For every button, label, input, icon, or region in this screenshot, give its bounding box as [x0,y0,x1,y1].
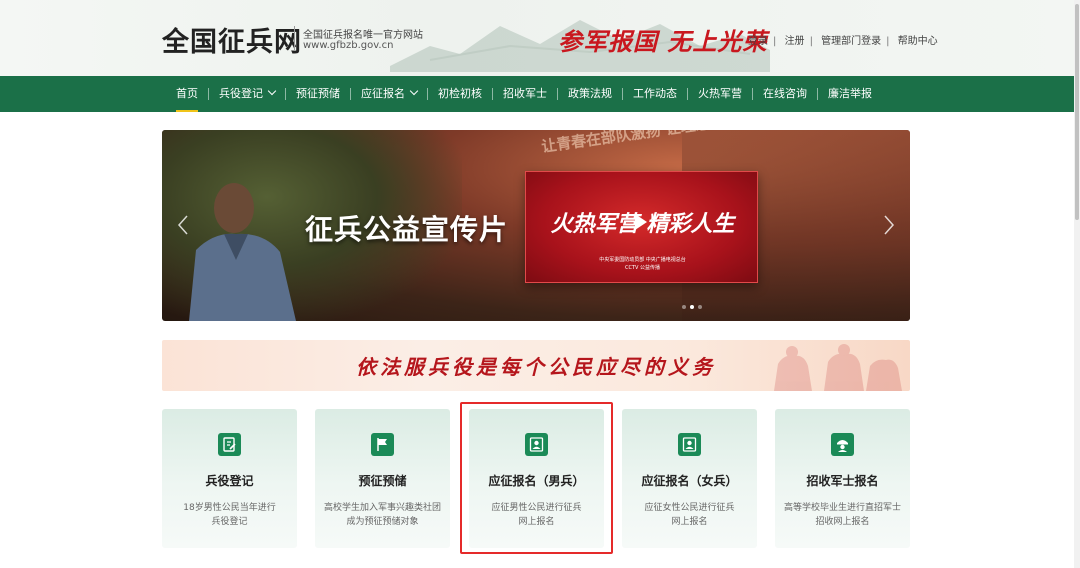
nav-online-consult[interactable]: 在线咨询 [753,76,817,112]
nav-nco-recruitment[interactable]: 招收军士 [493,76,557,112]
soldier-icon [831,433,854,456]
carousel-dot[interactable] [698,305,702,309]
nav-integrity-report[interactable]: 廉洁举报 [818,76,882,112]
banner-card-sponsor: 中央军委国防动员部 中央广播电视总台 [599,257,686,263]
nav-item-label: 工作动态 [633,87,677,100]
nav-work-news[interactable]: 工作动态 [623,76,687,112]
card-description: 兵役登记 [211,517,248,527]
main-nav: 首页 兵役登记 预征预储 应征报名 初检初核 招收军士 政策法规 工作动态 火热军营 在线咨询 廉洁… [0,76,1080,112]
motto-text: 依法服兵役是每个公民应尽的义务 [356,355,716,379]
nav-item-label: 在线咨询 [763,87,807,100]
link-separator: | [773,36,777,47]
logo-divider [294,26,295,50]
nav-policies[interactable]: 政策法规 [558,76,622,112]
link-separator: | [886,36,890,47]
card-title: 招收军士报名 [806,474,879,488]
login-link[interactable]: 登录 [748,36,768,47]
card-description: 高校学生加入军事兴趣类社团 [323,503,441,513]
card-enlist-female[interactable]: 应征报名（女兵） 应征女性公民进行征兵 网上报名 [622,409,757,548]
scrollbar-thumb[interactable] [1075,4,1079,220]
card-description: 18岁男性公民当年进行 [183,503,276,513]
highlight-box [460,402,613,554]
carousel-dot[interactable] [690,305,694,309]
page-scrollbar[interactable] [1074,0,1080,568]
site-domain: www.gfbzb.gov.cn [303,40,394,51]
chevron-down-icon [409,86,419,96]
carousel-dots [682,305,702,309]
nav-item-label: 政策法规 [568,87,612,100]
nav-pre-enlistment[interactable]: 预征预储 [286,76,350,112]
card-description: 网上报名 [671,517,708,527]
banner-person-figure [189,183,296,321]
nav-item-label: 应征报名 [361,87,405,100]
card-military-registration[interactable]: 兵役登记 18岁男性公民当年进行 兵役登记 [162,409,297,548]
next-slide-arrow-icon[interactable] [882,214,896,236]
banner-carousel[interactable]: 让青春在部队激扬 让理想在军营放飞 征兵公益宣传片 火热军营 精彩人生 中央军委… [162,130,910,321]
prev-slide-arrow-icon[interactable] [176,214,190,236]
banner-title: 征兵公益宣传片 [305,213,509,246]
card-pre-enlistment[interactable]: 预征预储高校学生加入军事兴趣类社团 成为预征预储对象 [315,409,450,548]
help-center-link[interactable]: 帮助中心 [898,36,938,47]
card-title: 兵役登记 [205,474,254,488]
admin-login-link[interactable]: 管理部门登录 [821,36,881,47]
nav-item-label: 廉洁举报 [828,87,872,100]
edit-document-icon [218,433,241,456]
nav-barracks-life[interactable]: 火热军营 [688,76,752,112]
header-slogan: 参军报国 无上光荣 [558,27,768,56]
nav-item-label: 兵役登记 [219,87,263,100]
site-header: 全国征兵网 全国征兵报名唯一官方网站 www.gfbzb.gov.cn 参军报国… [0,0,1080,76]
card-description: 招收网上报名 [815,517,870,527]
link-separator: | [809,36,813,47]
card-nco-recruitment[interactable]: 招收军士报名高等学校毕业生进行直招军士 招收网上报名 [775,409,910,548]
nav-items: 首页 兵役登记 预征预储 应征报名 初检初核 招收军士 政策法规 工作动态 火热军营 在线咨询 廉洁… [166,76,882,112]
nav-item-label: 招收军士 [503,87,547,100]
nav-item-label: 预征预储 [296,87,340,100]
nav-home[interactable]: 首页 [166,76,208,112]
carousel-dot[interactable] [682,305,686,309]
nav-item-label: 火热军营 [698,87,742,100]
nav-enlistment-signup[interactable]: 应征报名 [351,76,427,112]
banner-video-card[interactable]: 火热军营 精彩人生 中央军委国防动员部 中央广播电视总台 CCTV 公益传播 [525,171,758,283]
page: 全国征兵网 全国征兵报名唯一官方网站 www.gfbzb.gov.cn 参军报国… [0,0,1080,568]
register-link[interactable]: 注册 [785,36,805,47]
card-description: 成为预征预储对象 [346,517,419,527]
card-title: 预征预储 [358,474,407,488]
play-icon[interactable] [635,214,647,230]
card-title: 应征报名（女兵） [641,474,738,488]
nav-military-registration[interactable]: 兵役登记 [209,76,285,112]
chevron-down-icon [267,86,277,96]
nav-item-label: 首页 [176,87,198,100]
site-logo-title[interactable]: 全国征兵网 [162,20,302,59]
card-description: 高等学校毕业生进行直招军士 [783,503,901,513]
site-subtitle: 全国征兵报名唯一官方网站 [303,30,423,41]
banner-card-channel: CCTV 公益传播 [624,265,661,271]
top-links: 登录 | 注册 | 管理部门登录 | 帮助中心 [748,32,938,47]
person-badge-icon [678,433,701,456]
nav-item-label: 初检初核 [438,87,482,100]
flag-icon [371,433,394,456]
card-description: 应征女性公民进行征兵 [644,503,735,513]
nav-initial-check[interactable]: 初检初核 [428,76,492,112]
motto-strip: 依法服兵役是每个公民应尽的义务 [162,340,910,391]
